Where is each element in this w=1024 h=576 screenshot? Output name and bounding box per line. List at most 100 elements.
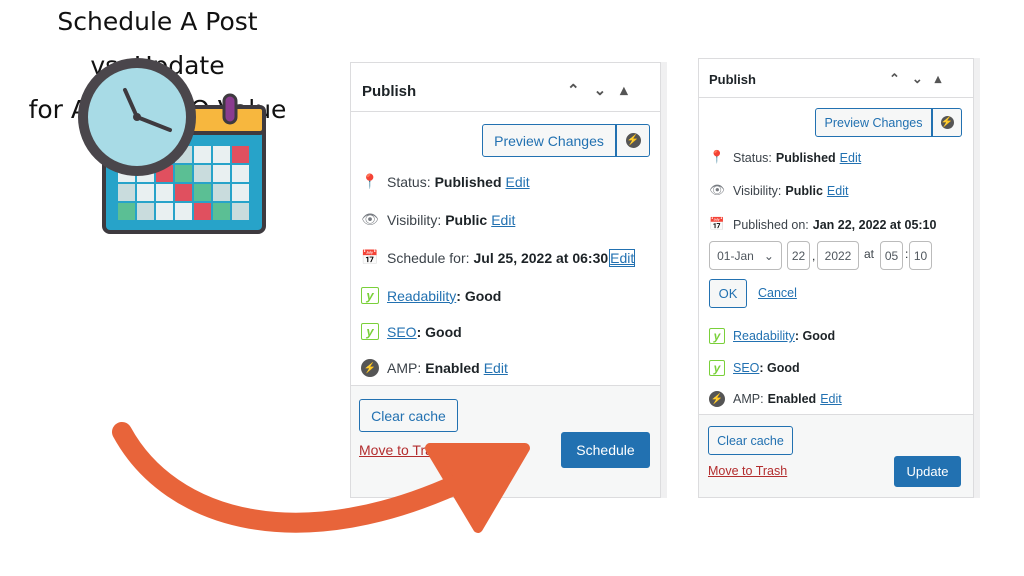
minute-input[interactable]: 10 xyxy=(909,241,932,270)
visibility-row: 👁 Visibility: Public Edit xyxy=(361,211,515,228)
calendar-cell xyxy=(213,184,230,201)
calendar-cell xyxy=(194,165,211,182)
edit-amp-link[interactable]: Edit xyxy=(820,392,842,406)
schedule-button[interactable]: Schedule xyxy=(561,432,650,468)
edit-schedule-link[interactable]: Edit xyxy=(609,248,636,267)
calendar-cell xyxy=(194,184,211,201)
value: Enabled xyxy=(425,360,480,376)
value: : Good xyxy=(794,329,836,343)
label: Status: xyxy=(387,173,431,190)
calendar-cell xyxy=(213,146,230,163)
calendar-cell xyxy=(156,184,173,201)
day-input[interactable]: 22 xyxy=(787,241,810,270)
edit-visibility-link[interactable]: Edit xyxy=(827,184,849,198)
calendar-cell xyxy=(137,184,154,201)
hour-input[interactable]: 05 xyxy=(880,241,903,270)
seo-row: y SEO: Good xyxy=(361,323,462,340)
eye-icon: 👁 xyxy=(709,183,725,197)
seo-link[interactable]: SEO xyxy=(387,324,417,340)
calendar-cell xyxy=(194,146,211,163)
label: AMP: xyxy=(733,392,764,406)
amp-row: ⚡ AMP: Enabled Edit xyxy=(709,391,842,407)
label: AMP: xyxy=(387,360,422,376)
panel-footer: Clear cache Move to Trash Schedule xyxy=(351,385,660,497)
amp-row: ⚡ AMP: Enabled Edit xyxy=(361,359,508,377)
edit-visibility-link[interactable]: Edit xyxy=(491,212,515,228)
move-to-trash-link[interactable]: Move to Trash xyxy=(359,442,448,458)
value: Public xyxy=(785,183,823,198)
calendar-cell xyxy=(118,184,135,201)
pin-icon: 📍 xyxy=(709,150,725,164)
calendar-cell xyxy=(137,203,154,220)
value: Public xyxy=(445,211,488,228)
month-select[interactable]: 01-Jan ⌄ xyxy=(709,241,782,270)
pin-icon: 📍 xyxy=(361,173,379,189)
label: Visibility: xyxy=(733,183,782,198)
calendar-cell xyxy=(118,203,135,220)
calendar-icon: 📅 xyxy=(709,217,725,231)
label: Schedule for: xyxy=(387,249,470,266)
calendar-cell xyxy=(232,184,249,201)
amp-preview-button[interactable]: ⚡ xyxy=(616,124,650,157)
calendar-cell xyxy=(232,146,249,163)
calendar-cell xyxy=(213,203,230,220)
chevron-down-icon: ⌄ xyxy=(763,248,774,263)
panel-controls[interactable]: ⌃⌄▴ xyxy=(567,81,642,99)
calendar-cell xyxy=(175,203,192,220)
ok-button[interactable]: OK xyxy=(709,279,747,308)
lightning-icon: ⚡ xyxy=(709,391,725,407)
amp-preview-button[interactable]: ⚡ xyxy=(932,108,962,137)
edit-amp-link[interactable]: Edit xyxy=(484,360,508,376)
calendar-cell xyxy=(175,184,192,201)
readability-link[interactable]: Readability xyxy=(733,329,795,343)
yoast-icon: y xyxy=(361,323,379,340)
calendar-cell xyxy=(175,165,192,182)
readability-link[interactable]: Readability xyxy=(387,288,456,304)
clear-cache-button[interactable]: Clear cache xyxy=(359,399,458,432)
eye-icon: 👁 xyxy=(361,211,379,227)
panel-controls[interactable]: ⌃⌄▴ xyxy=(889,71,953,87)
calendar-cell xyxy=(232,165,249,182)
headline-line: Schedule A Post xyxy=(57,7,258,36)
yoast-icon: y xyxy=(709,328,725,344)
yoast-icon: y xyxy=(709,360,725,376)
publish-panel-schedule: Publish ⌃⌄▴ Preview Changes ⚡ 📍 Status: Pu… xyxy=(350,62,661,498)
clock-calendar-icon xyxy=(78,58,266,234)
value: Enabled xyxy=(767,392,817,406)
calendar-cell xyxy=(194,203,211,220)
publish-panel-update: Publish ⌃⌄▴ Preview Changes ⚡ 📍 Status: Pu… xyxy=(698,58,974,498)
year-input[interactable]: 2022 xyxy=(817,241,859,270)
seo-row: y SEO: Good xyxy=(709,360,800,376)
update-button[interactable]: Update xyxy=(894,456,961,487)
edit-status-link[interactable]: Edit xyxy=(506,174,530,190)
seo-link[interactable]: SEO xyxy=(733,361,759,375)
value: Published xyxy=(775,150,836,165)
preview-changes-button[interactable]: Preview Changes xyxy=(815,108,932,137)
value: : Good xyxy=(759,361,800,375)
lightning-icon: ⚡ xyxy=(625,133,641,148)
panel-title: Publish xyxy=(362,83,417,100)
edit-status-link[interactable]: Edit xyxy=(840,151,862,165)
readability-row: y Readability: Good xyxy=(709,328,835,344)
label: Published on: xyxy=(733,217,809,232)
value: Published xyxy=(434,173,502,190)
calendar-cell xyxy=(156,203,173,220)
move-to-trash-link[interactable]: Move to Trash xyxy=(708,464,787,478)
cancel-link[interactable]: Cancel xyxy=(758,286,797,300)
value: Jan 22, 2022 at 05:10 xyxy=(812,217,937,232)
published-on-row: 📅 Published on: Jan 22, 2022 at 05:10 xyxy=(709,217,936,232)
calendar-icon: 📅 xyxy=(361,249,379,265)
label: Visibility: xyxy=(387,211,442,228)
value: : Good xyxy=(416,323,462,340)
status-row: 📍 Status: Published Edit xyxy=(709,150,861,165)
month-value: 01-Jan xyxy=(717,248,754,263)
clear-cache-button[interactable]: Clear cache xyxy=(708,426,793,455)
visibility-row: 👁 Visibility: Public Edit xyxy=(709,183,848,198)
yoast-icon: y xyxy=(361,287,379,304)
value: : Good xyxy=(456,287,502,304)
preview-changes-button[interactable]: Preview Changes xyxy=(482,124,616,157)
panel-footer: Clear cache Move to Trash Update xyxy=(699,414,973,497)
value: Jul 25, 2022 at 06:30 xyxy=(473,249,609,266)
at-label: at xyxy=(864,247,875,261)
lightning-icon: ⚡ xyxy=(940,116,954,129)
